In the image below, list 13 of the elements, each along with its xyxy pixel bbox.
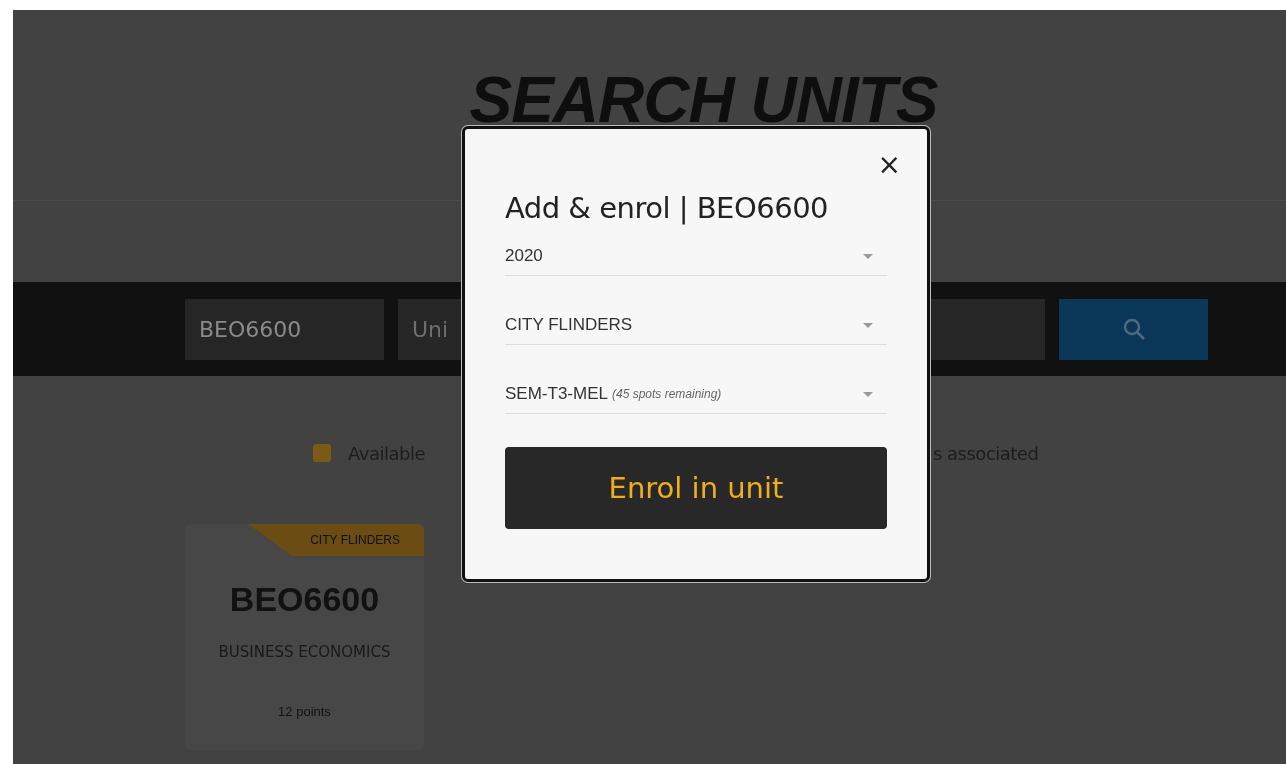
dropdown[interactable]: SEM-T3-MEL (45 spots remaining) — [505, 375, 887, 414]
caret-icon — [863, 322, 873, 328]
search-icon — [1121, 317, 1146, 341]
campus-tag: CITY FLINDERS — [248, 524, 424, 556]
close-button[interactable]: × — [877, 151, 901, 179]
dialog-title: Add & enrol | BEO6600 — [505, 190, 830, 225]
dropdown[interactable]: 2020 — [505, 237, 887, 276]
enrol-button[interactable]: Enrol in unit — [505, 447, 887, 529]
unit-code-field[interactable]: BEO6600 — [185, 298, 384, 360]
search-button[interactable] — [1059, 298, 1208, 360]
caret-icon — [863, 391, 873, 397]
dropdown[interactable]: CITY FLINDERS — [505, 306, 887, 345]
caret-icon — [863, 253, 873, 259]
